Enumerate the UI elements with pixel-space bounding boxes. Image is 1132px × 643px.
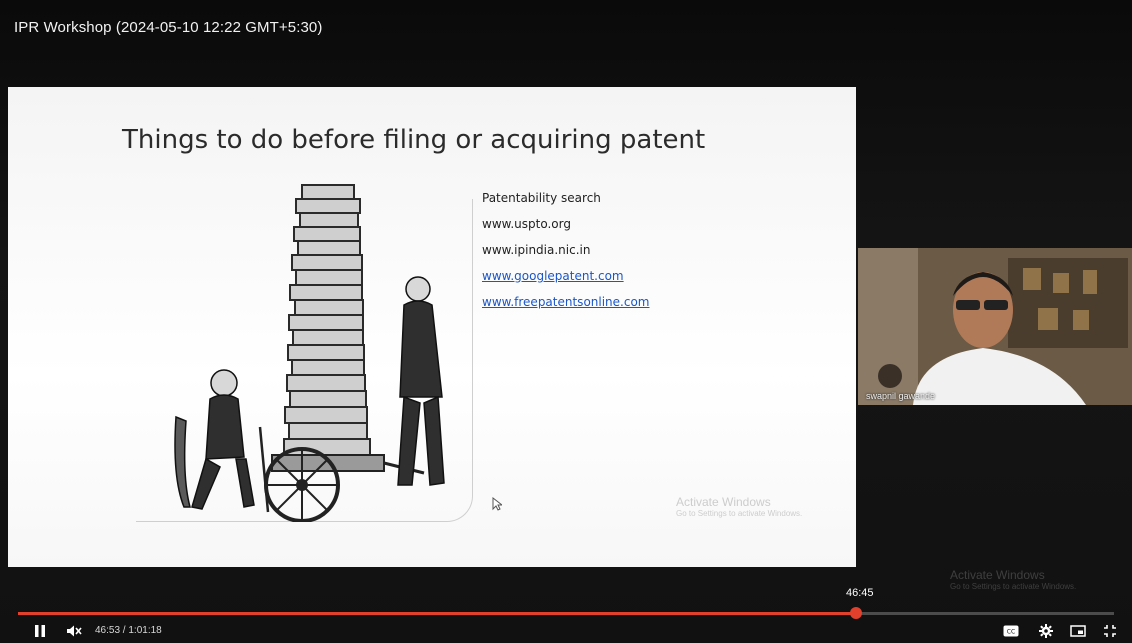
gear-icon [1039,624,1053,638]
list-item: www.uspto.org [482,217,571,231]
participant-feed [858,248,1132,405]
miniplayer-icon [1070,625,1086,637]
pause-icon [35,625,45,637]
miniplayer-button[interactable] [1068,622,1088,640]
participant-video: swapnil gawande [858,248,1132,405]
patent-search-list: Patentability search www.uspto.org www.i… [482,185,649,315]
captions-button[interactable]: CC [1001,622,1021,640]
presentation-slide: Things to do before filing or acquiring … [8,87,856,567]
captions-icon: CC [1003,625,1019,637]
volume-button[interactable] [64,622,84,640]
time-display: 46:53 / 1:01:18 [95,625,162,636]
scrubber-handle[interactable] [850,607,863,619]
activate-windows-watermark: Activate Windows Go to Settings to activ… [676,495,803,518]
exit-fullscreen-icon [1104,625,1116,637]
svg-text:CC: CC [1007,629,1015,636]
settings-button[interactable] [1036,622,1056,640]
current-time: 46:53 [95,625,121,636]
books-cart-illustration [174,184,445,522]
link-freepatentsonline[interactable]: www.freepatentsonline.com [482,289,649,315]
activate-windows-watermark: Activate Windows Go to Settings to activ… [950,568,1077,591]
hover-time-tooltip: 46:45 [846,587,874,599]
volume-muted-icon [67,625,82,637]
mouse-cursor-icon [492,497,502,511]
slide-title: Things to do before filing or acquiring … [122,125,706,155]
link-googlepatent[interactable]: www.googlepatent.com [482,263,649,289]
progress-fill [18,612,857,615]
participant-name: swapnil gawande [866,391,936,401]
progress-bar[interactable] [18,607,1114,619]
list-item: www.ipindia.nic.in [482,243,591,257]
player-controls: 46:53 / 1:01:18 CC [0,620,1132,643]
video-title: IPR Workshop (2024-05-10 12:22 GMT+5:30) [14,19,323,36]
video-player[interactable]: IPR Workshop (2024-05-10 12:22 GMT+5:30)… [0,0,1132,643]
duration: 1:01:18 [128,625,162,636]
pause-button[interactable] [30,622,50,640]
exit-fullscreen-button[interactable] [1100,622,1120,640]
list-item: Patentability search [482,191,601,205]
